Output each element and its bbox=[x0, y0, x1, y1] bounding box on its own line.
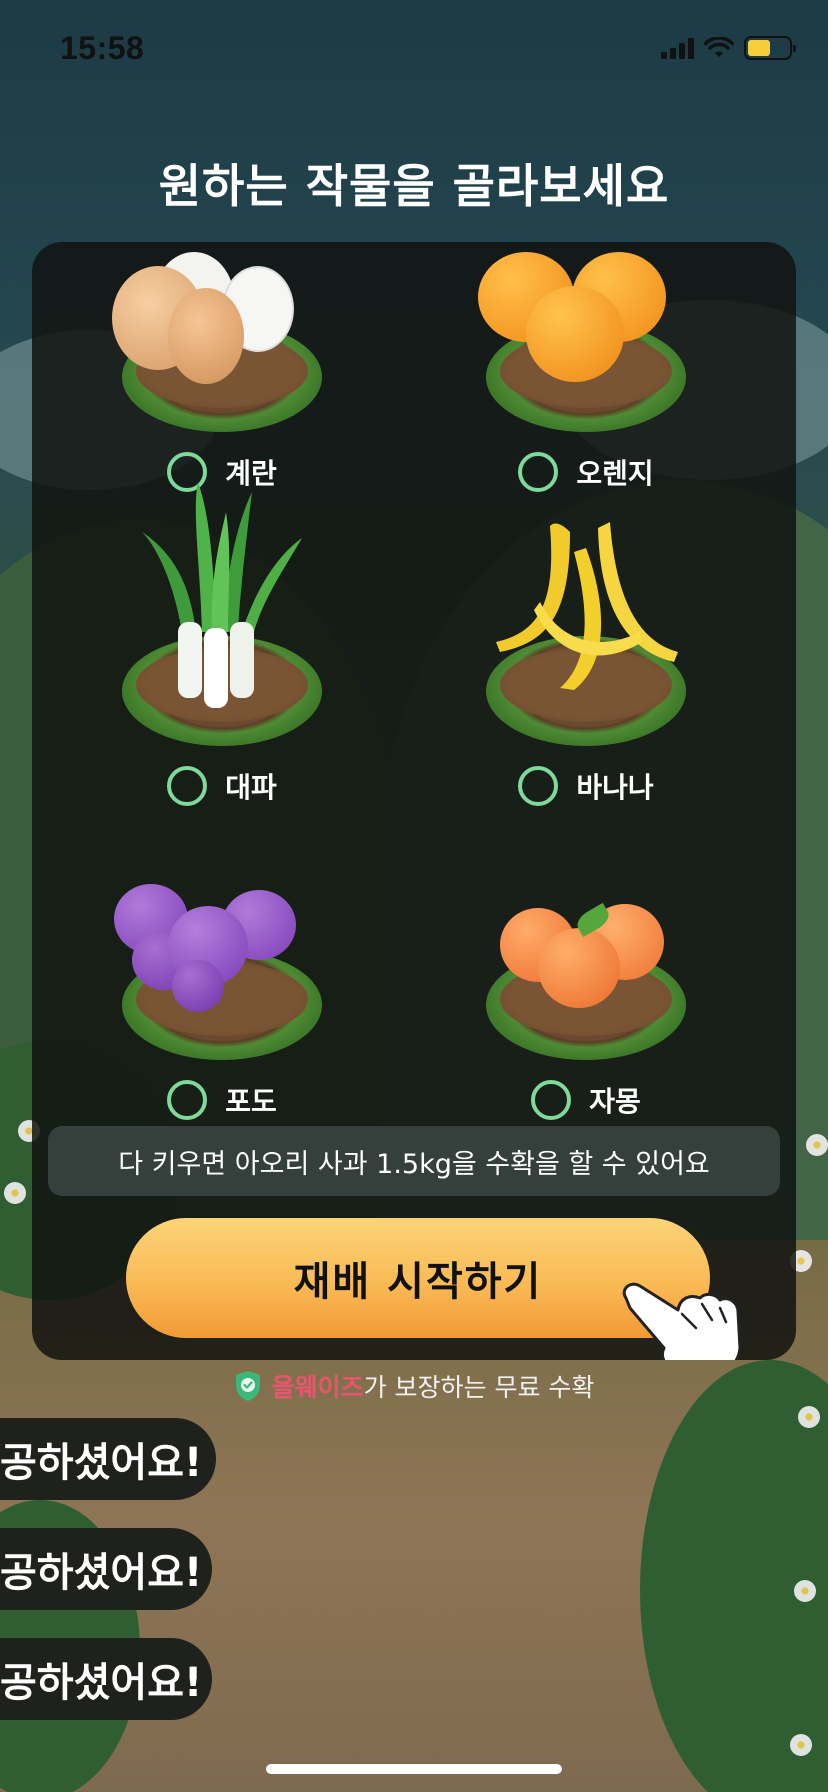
harvest-info: 다 키우면 아오리 사과 1.5kg을 수확을 할 수 있어요 bbox=[48, 1126, 780, 1196]
status-icons bbox=[661, 36, 796, 60]
page-title: 원하는 작물을 골라보세요 bbox=[158, 159, 670, 213]
guarantee-note: 올웨이즈가 보장하는 무료 수확 bbox=[0, 1368, 828, 1404]
crop-option-green-onion[interactable]: 대파 bbox=[72, 482, 372, 866]
grapefruit-icon bbox=[476, 880, 696, 1080]
cellular-signal-icon bbox=[661, 37, 694, 59]
crop-choice-green-onion[interactable]: 대파 bbox=[72, 766, 372, 806]
crop-label: 오렌지 bbox=[576, 457, 654, 490]
crop-choice-grape[interactable]: 포도 bbox=[72, 1080, 372, 1120]
green-onion-icon bbox=[112, 482, 332, 766]
crop-choice-grapefruit[interactable]: 자몽 bbox=[436, 1080, 736, 1120]
battery-icon bbox=[744, 36, 796, 60]
crop-label: 자몽 bbox=[589, 1085, 641, 1118]
crop-choice-orange[interactable]: 오렌지 bbox=[436, 452, 736, 492]
radio-button[interactable] bbox=[518, 766, 559, 806]
status-bar: 15:58 bbox=[0, 0, 828, 100]
guarantee-text: 가 보장하는 무료 수확 bbox=[363, 1373, 595, 1402]
crop-label: 대파 bbox=[225, 771, 277, 804]
grape-icon bbox=[112, 880, 332, 1080]
crop-option-banana[interactable]: 바나나 bbox=[436, 522, 736, 866]
toast-text: 공하셨어요! bbox=[0, 1440, 203, 1486]
wifi-icon bbox=[704, 37, 734, 57]
radio-button[interactable] bbox=[167, 1080, 208, 1120]
toast-text: 공하셨어요! bbox=[0, 1660, 203, 1706]
radio-button[interactable] bbox=[518, 452, 559, 492]
success-toast: 공하셨어요! bbox=[0, 1528, 212, 1610]
crop-choice-banana[interactable]: 바나나 bbox=[436, 766, 736, 806]
orange-icon bbox=[476, 252, 696, 452]
shield-check-icon bbox=[235, 1371, 260, 1401]
toast-text: 공하셨어요! bbox=[0, 1550, 203, 1596]
home-indicator[interactable] bbox=[266, 1764, 562, 1774]
crop-selection-panel: 계란 오렌지 대파 바나나 포도 자몽 다 키우면 아오리 사과 1.5kg을 … bbox=[32, 242, 796, 1360]
pointing-hand-icon bbox=[622, 1282, 742, 1360]
egg-icon bbox=[112, 252, 332, 452]
radio-button[interactable] bbox=[531, 1080, 572, 1120]
harvest-info-text: 다 키우면 아오리 사과 1.5kg을 수확을 할 수 있어요 bbox=[118, 1148, 710, 1180]
success-toast: 공하셨어요! bbox=[0, 1418, 216, 1500]
start-cultivation-label: 재배 시작하기 bbox=[293, 1259, 543, 1305]
banana-icon bbox=[476, 522, 696, 766]
crop-label: 바나나 bbox=[576, 771, 654, 804]
brand-name: 올웨이즈 bbox=[271, 1373, 364, 1402]
crop-label: 포도 bbox=[225, 1085, 277, 1118]
radio-button[interactable] bbox=[167, 766, 208, 806]
status-time: 15:58 bbox=[60, 30, 145, 66]
success-toast: 공하셨어요! bbox=[0, 1638, 212, 1720]
